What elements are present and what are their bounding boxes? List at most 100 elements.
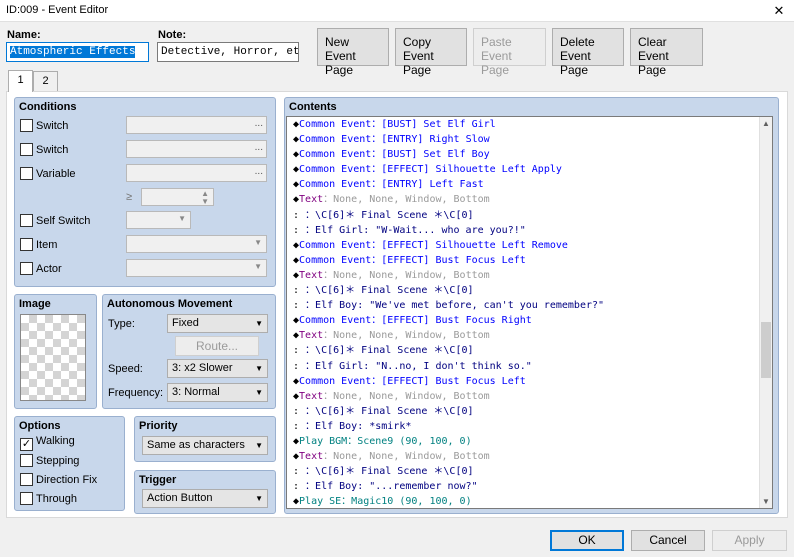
command-text: Text [299,330,324,342]
command-row[interactable]: ◆Common Event：[BUST] Set Elf Girl [287,117,761,132]
command-row[interactable]: ◆Common Event：[EFFECT] Bust Focus Right [287,313,761,328]
direction-fix-checkbox[interactable]: Direction Fix [20,473,97,486]
continuation-marker: : [293,345,306,357]
command-row[interactable]: ◆Common Event：[EFFECT] Bust Focus Left [287,374,761,389]
priority-select[interactable]: Same as characters ▼ [142,436,268,455]
cancel-button[interactable]: Cancel [631,530,705,551]
route-button[interactable]: Route... [175,336,259,356]
command-row[interactable]: : ：Elf Boy: "...remember now?" [287,479,761,494]
ok-button[interactable]: OK [550,530,624,551]
command-row[interactable]: ◆Common Event：[EFFECT] Silhouette Left A… [287,162,761,177]
new-event-page-button[interactable]: New Event Page [317,28,389,77]
apply-button[interactable]: Apply [712,530,787,551]
clear-event-page-button[interactable]: Clear Event Page [630,28,703,77]
switch2-checkbox[interactable]: Switch [20,143,68,156]
item-checkbox[interactable]: Item [20,238,57,251]
scroll-down-icon[interactable]: ▼ [760,495,772,508]
self-switch-label: Self Switch [36,215,91,227]
clear-label-2: Event Page [638,49,669,77]
continuation-marker: : [293,360,306,372]
command-row[interactable]: ◆Common Event：[EFFECT] Bust Focus Left [287,253,761,268]
command-row[interactable]: : ：\C[6]＊ Final Scene ＊\C[0] [287,464,761,479]
switch1-box [20,119,33,132]
switch1-checkbox[interactable]: Switch [20,119,68,132]
scroll-up-icon[interactable]: ▲ [760,117,772,130]
delete-event-page-button[interactable]: Delete Event Page [552,28,624,77]
frequency-select[interactable]: 3: Normal ▼ [167,383,268,402]
through-label: Through [36,493,77,505]
command-row[interactable]: : ：Elf Girl: "N..no, I don't think so." [287,359,761,374]
contents-scrollbar[interactable]: ▲ ▼ [759,117,772,508]
command-row[interactable]: ◆Play BGM：Scene9 (90, 100, 0) [287,434,761,449]
chevron-down-icon: ▼ [178,214,186,223]
command-text: ：\C[6]＊ Final Scene ＊\C[0] [305,405,474,417]
self-switch-box [20,214,33,227]
trigger-select[interactable]: Action Button ▼ [142,489,268,508]
trigger-value: Action Button [147,492,213,504]
command-text: ：\C[6]＊ Final Scene ＊\C[0] [305,466,474,478]
command-row[interactable]: ◆Text：None, None, Window, Bottom [287,192,761,207]
command-row[interactable]: : ：\C[6]＊ Final Scene ＊\C[0] [287,343,761,358]
note-value: Detective, Horror, etc. [161,46,299,58]
command-row[interactable]: : ：\C[6]＊ Final Scene ＊\C[0] [287,404,761,419]
command-text: ：Elf Girl: "W-Wait... who are you?!" [305,224,526,236]
command-text: ：Elf Boy: "...remember now?" [305,481,478,493]
command-row[interactable]: ◆Text：None, None, Window, Bottom [287,389,761,404]
variable-field: ... [126,164,267,182]
actor-label: Actor [36,263,62,275]
command-row[interactable]: ◆Common Event：[ENTRY] Right Slow [287,132,761,147]
command-row[interactable]: : ：Elf Girl: "W-Wait... who are you?!" [287,223,761,238]
event-command-list[interactable]: ◆Common Event：[BUST] Set Elf Girl ◆Common… [286,116,773,509]
command-row[interactable]: ◆Text：None, None, Window, Bottom [287,449,761,464]
gte-label: ≥ [126,191,133,203]
speed-label: Speed: [108,363,143,375]
command-params: ：None, None, Window, Bottom [323,390,490,402]
paste-label-2: Event Page [481,49,512,77]
name-input[interactable]: Atmospheric Effects [6,42,149,62]
command-text: ：\C[6]＊ Final Scene ＊\C[0] [305,209,474,221]
copy-label-2: Event Page [403,49,434,77]
continuation-marker: : [293,420,306,432]
command-row[interactable]: : ：Elf Boy: "We've met before, can't you… [287,298,761,313]
spin-down-icon: ▼ [201,197,209,206]
type-label: Type: [108,318,135,330]
copy-event-page-button[interactable]: Copy Event Page [395,28,467,77]
direction-fix-box [20,473,33,486]
stepping-checkbox[interactable]: Stepping [20,454,79,467]
command-text: Text [299,194,324,206]
tab-page-2[interactable]: 2 [33,71,58,91]
command-row[interactable]: : ：\C[6]＊ Final Scene ＊\C[0] [287,208,761,223]
switch2-label: Switch [36,144,69,156]
variable-checkbox[interactable]: Variable [20,167,76,180]
command-params: ：None, None, Window, Bottom [323,451,490,463]
event-image-preview[interactable] [20,314,86,401]
movement-type-select[interactable]: Fixed ▼ [167,314,268,333]
command-row[interactable]: ◆Common Event：[BUST] Set Elf Boy [287,147,761,162]
self-switch-checkbox[interactable]: Self Switch [20,214,90,227]
switch1-label: Switch [36,120,69,132]
command-row[interactable]: ◆Common Event：[ENTRY] Left Fast [287,177,761,192]
paste-event-page-button[interactable]: Paste Event Page [473,28,546,77]
close-icon[interactable]: ✕ [764,0,794,22]
command-row[interactable]: : ：Elf Boy: *smirk* [287,419,761,434]
title-bar: ID:009 - Event Editor ✕ [0,0,794,22]
command-text: Play SE：Magic10 (90, 100, 0) [299,496,472,508]
command-text: Text [299,390,324,402]
command-row[interactable]: ◆Play SE：Magic10 (90, 100, 0) [287,494,761,508]
note-input[interactable]: Detective, Horror, etc. [157,42,299,62]
variable-value-spinner: ▲ ▼ [141,188,214,206]
scroll-thumb[interactable] [761,322,771,378]
through-checkbox[interactable]: Through [20,492,77,505]
command-row[interactable]: ◆Text：None, None, Window, Bottom [287,268,761,283]
command-row[interactable]: : ：\C[6]＊ Final Scene ＊\C[0] [287,283,761,298]
continuation-marker: : [293,209,306,221]
actor-checkbox[interactable]: Actor [20,262,62,275]
speed-select[interactable]: 3: x2 Slower ▼ [167,359,268,378]
command-row[interactable]: ◆Text：None, None, Window, Bottom [287,328,761,343]
command-text: Common Event：[EFFECT] Bust Focus Right [299,315,532,327]
command-row[interactable]: ◆Common Event：[EFFECT] Silhouette Left R… [287,238,761,253]
tab-page-1[interactable]: 1 [8,70,33,92]
walking-checkbox[interactable]: ✓ Walking [20,435,75,451]
command-text: ：Elf Girl: "N..no, I don't think so." [305,360,532,372]
chevron-down-icon: ▼ [255,441,263,450]
